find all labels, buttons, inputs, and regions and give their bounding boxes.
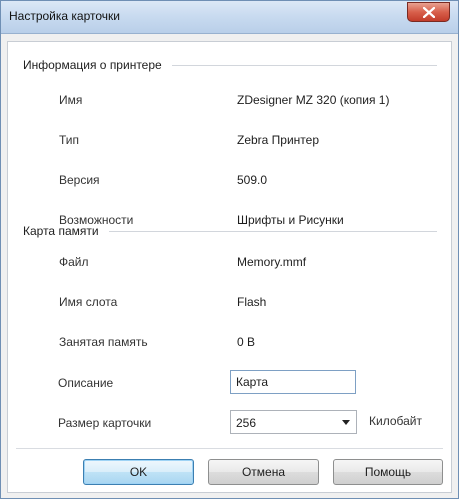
card-size-unit: Килобайт (369, 414, 422, 428)
help-button[interactable]: Помощь (333, 459, 443, 485)
dialog-window: Настройка карточки Информация о принтере… (0, 0, 459, 499)
card-size-label: Размер карточки (58, 416, 152, 430)
group-divider (171, 64, 437, 66)
card-size-value: 256 (236, 416, 257, 430)
window-title: Настройка карточки (9, 9, 120, 23)
close-icon (423, 7, 435, 18)
slot-name-label: Имя слота (59, 295, 118, 309)
version-label: Версия (59, 173, 100, 187)
name-label: Имя (59, 93, 83, 107)
file-value: Memory.mmf (237, 255, 307, 269)
slot-name-value: Flash (237, 295, 267, 309)
memory-card-group-header: Карта памяти (23, 223, 437, 239)
type-label: Тип (59, 133, 80, 147)
ok-button[interactable]: OK (83, 459, 194, 485)
description-label: Описание (58, 376, 114, 390)
chevron-down-icon (342, 420, 350, 425)
name-value: ZDesigner MZ 320 (копия 1) (237, 93, 390, 107)
close-button[interactable] (407, 2, 450, 22)
used-memory-value: 0 B (237, 335, 256, 349)
type-value: Zebra Принтер (237, 133, 320, 147)
printer-info-group-header: Информация о принтере (23, 57, 437, 73)
used-memory-label: Занятая память (59, 335, 148, 349)
cancel-button[interactable]: Отмена (208, 459, 319, 485)
footer-divider (16, 448, 443, 449)
card-size-select[interactable]: 256 (230, 410, 357, 434)
version-value: 509.0 (237, 173, 268, 187)
file-label: Файл (59, 255, 89, 269)
description-input[interactable] (230, 370, 356, 394)
printer-info-header: Информация о принтере (23, 58, 162, 72)
title-bar[interactable]: Настройка карточки (1, 1, 458, 34)
group-divider (108, 230, 437, 232)
memory-card-header: Карта памяти (23, 224, 99, 238)
